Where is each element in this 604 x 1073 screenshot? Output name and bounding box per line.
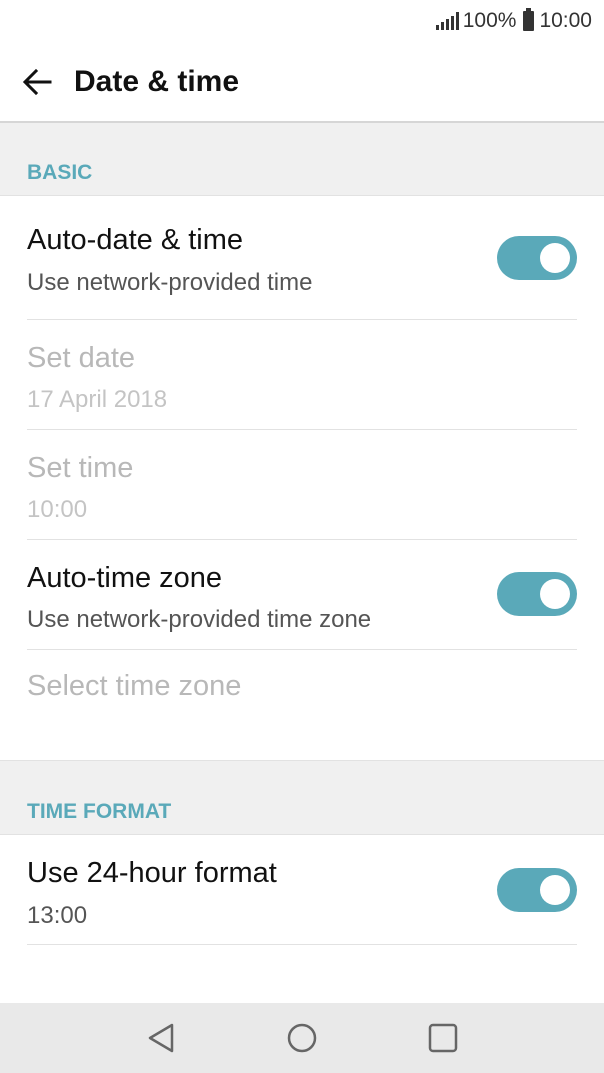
back-triangle-icon — [148, 1023, 173, 1053]
auto-time-zone-row[interactable]: Auto-time zone Use network-provided time… — [0, 540, 604, 650]
back-arrow-icon[interactable] — [22, 67, 52, 97]
section-header-time-format: TIME FORMAT — [0, 760, 604, 835]
auto-time-zone-summary: Use network-provided time zone — [27, 606, 372, 633]
battery-percentage: 100% — [462, 9, 517, 32]
use-24-hour-example: 13:00 — [27, 902, 88, 929]
navigation-bar — [0, 1003, 604, 1073]
section-header-basic: BASIC — [0, 123, 604, 196]
auto-time-zone-toggle[interactable] — [497, 572, 577, 616]
auto-date-time-title: Auto-date & time — [27, 224, 243, 256]
battery-icon — [523, 8, 535, 31]
set-time-value: 10:00 — [27, 496, 88, 523]
set-date-title: Set date — [27, 342, 136, 374]
auto-time-zone-title: Auto-time zone — [27, 562, 223, 594]
toggle-knob — [540, 243, 570, 273]
set-date-row: Set date 17 April 2018 — [0, 320, 604, 430]
divider — [27, 944, 577, 945]
auto-date-time-row[interactable]: Auto-date & time Use network-provided ti… — [0, 196, 604, 320]
section-header-label: TIME FORMAT — [27, 800, 172, 823]
select-time-zone-row: Select time zone — [0, 650, 604, 760]
toggle-knob — [540, 579, 570, 609]
set-date-value: 17 April 2018 — [27, 386, 168, 413]
auto-date-time-summary: Use network-provided time — [27, 269, 313, 296]
home-circle-icon — [287, 1023, 317, 1053]
toggle-knob — [540, 875, 570, 905]
nav-home-button[interactable] — [282, 1018, 322, 1058]
nav-back-button[interactable] — [141, 1018, 181, 1058]
section-header-label: BASIC — [27, 161, 93, 184]
use-24-hour-title: Use 24-hour format — [27, 857, 277, 889]
status-time: 10:00 — [539, 9, 592, 32]
use-24-hour-toggle[interactable] — [497, 868, 577, 912]
status-bar: 100% 10:00 — [0, 0, 604, 42]
set-time-row: Set time 10:00 — [0, 430, 604, 540]
signal-icon — [435, 12, 459, 30]
recents-square-icon — [429, 1023, 458, 1053]
select-time-zone-title: Select time zone — [27, 670, 242, 702]
use-24-hour-row[interactable]: Use 24-hour format 13:00 — [0, 835, 604, 945]
set-time-title: Set time — [27, 452, 134, 484]
auto-date-time-toggle[interactable] — [497, 236, 577, 280]
app-bar: Date & time — [0, 42, 604, 123]
nav-recents-button[interactable] — [423, 1018, 463, 1058]
page-title: Date & time — [74, 64, 240, 98]
